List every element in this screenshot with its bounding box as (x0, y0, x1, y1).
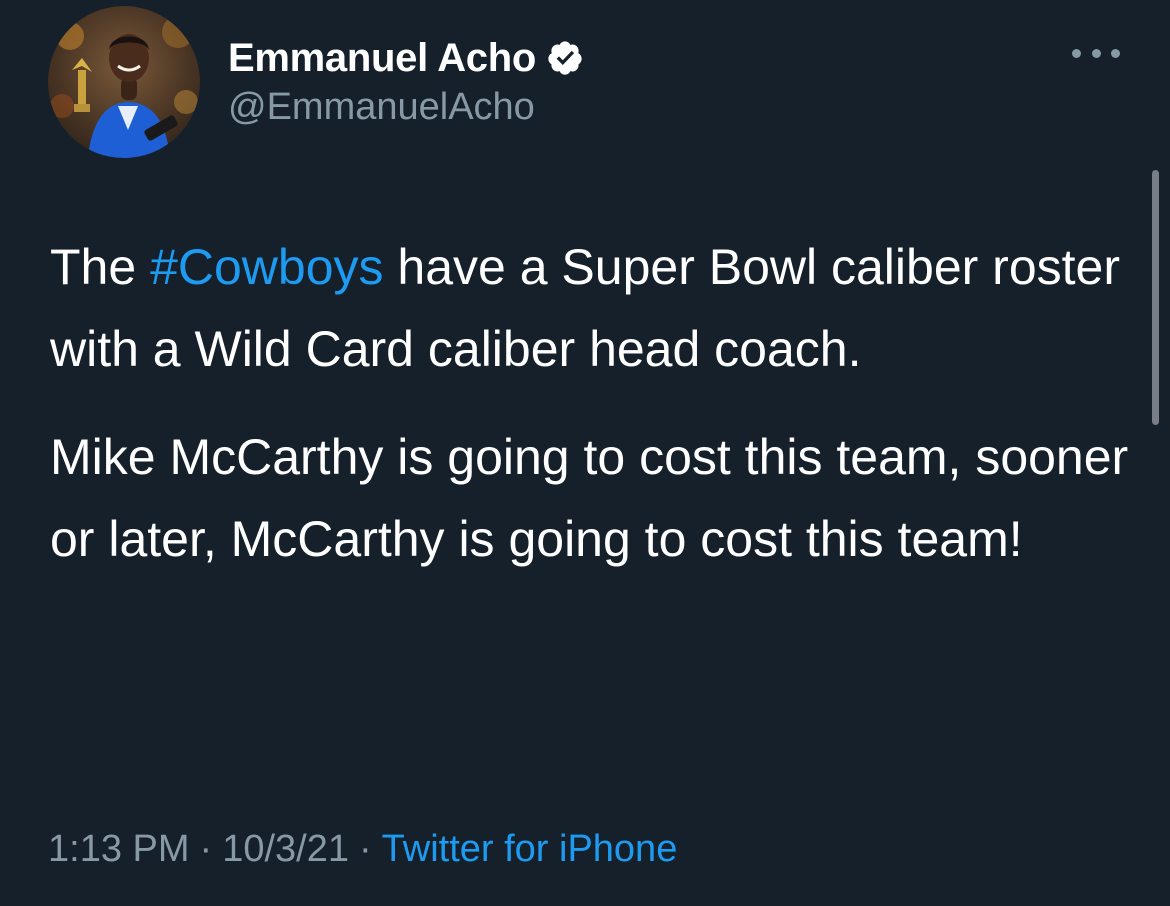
author-name-row: Emmanuel Acho (228, 34, 584, 82)
more-options-icon (1091, 48, 1101, 58)
meta-separator: · (358, 828, 372, 870)
hashtag-link[interactable]: #Cowboys (150, 239, 383, 295)
tweet-source-link[interactable]: Twitter for iPhone (382, 828, 678, 870)
tweet-paragraph: The #Cowboys have a Super Bowl caliber r… (50, 226, 1130, 390)
author-display-name[interactable]: Emmanuel Acho (228, 36, 536, 81)
more-options-icon (1111, 48, 1120, 58)
meta-separator: · (199, 828, 213, 870)
verified-badge-icon (546, 39, 584, 77)
tweet-text-segment: The (50, 239, 151, 295)
profile-photo-icon (48, 6, 200, 158)
author-avatar[interactable] (48, 6, 200, 158)
tweet-date[interactable]: 10/3/21 (222, 828, 349, 870)
tweet-body: The #Cowboys have a Super Bowl caliber r… (50, 226, 1130, 580)
tweet-card: Emmanuel Acho @EmmanuelAcho The #Cowboys… (0, 0, 1170, 906)
tweet-time[interactable]: 1:13 PM (48, 828, 190, 870)
tweet-paragraph: Mike McCarthy is going to cost this team… (50, 429, 1129, 567)
more-options-button[interactable] (1072, 36, 1120, 70)
scrollbar-thumb[interactable] (1152, 170, 1159, 425)
tweet-metadata: 1:13 PM · 10/3/21 · Twitter for iPhone (48, 828, 677, 871)
more-options-icon (1072, 48, 1081, 58)
author-handle[interactable]: @EmmanuelAcho (228, 86, 535, 129)
